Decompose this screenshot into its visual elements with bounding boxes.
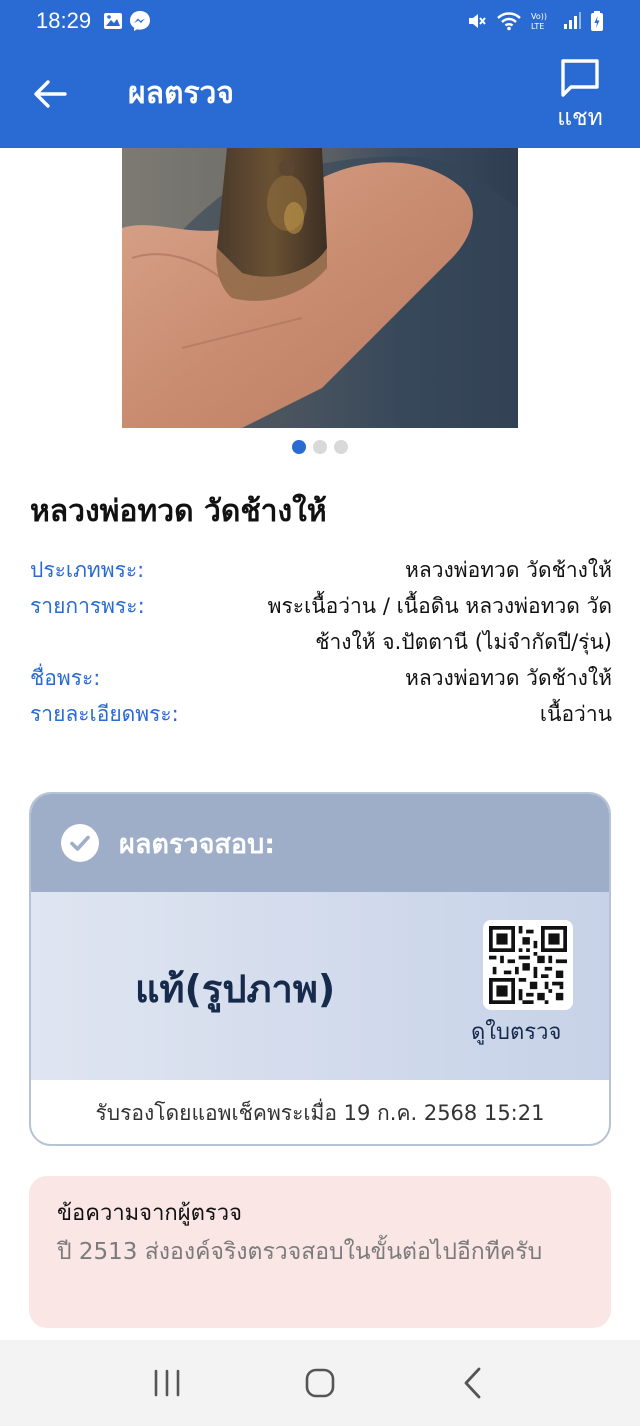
pagination-dot-2[interactable] — [313, 440, 327, 454]
detail-value: หลวงพ่อทวด วัดช้างให้ — [405, 558, 612, 582]
recent-apps-icon — [154, 1369, 179, 1397]
amulet-image — [122, 148, 518, 428]
result-verdict: แท้(รูปภาพ) — [135, 967, 336, 1011]
detail-value: เนื้อว่าน — [539, 702, 612, 726]
detail-value: พระเนื้อว่าน / เนื้อดิน หลวงพ่อทวด วัดช้… — [267, 594, 612, 654]
certified-by-text: รับรองโดยแอพเช็คพระเมื่อ 19 ก.ค. 2568 15… — [95, 1100, 545, 1125]
result-body: แท้(รูปภาพ) ดูใบตรวจ — [31, 892, 609, 1080]
chat-button[interactable]: แชท — [540, 58, 620, 136]
home-icon — [305, 1368, 335, 1398]
wifi-icon — [497, 12, 521, 31]
battery-icon — [591, 11, 603, 31]
system-nav-bar — [0, 1340, 640, 1426]
svg-text:LTE: LTE — [531, 22, 544, 31]
certificate-qr-button[interactable] — [483, 920, 573, 1010]
detail-label: รายการพระ: — [30, 594, 145, 618]
examiner-message-title: ข้อความจากผู้ตรวจ — [57, 1201, 242, 1226]
back-button[interactable] — [26, 72, 74, 116]
view-certificate-link[interactable]: ดูใบตรวจ — [471, 1014, 561, 1049]
amulet-details: ประเภทพระ: หลวงพ่อทวด วัดช้างให้ รายการพ… — [30, 552, 612, 732]
status-bar: 18:29 Vo)) LTE — [0, 0, 640, 42]
gallery-pagination — [0, 440, 640, 454]
examiner-message-body: ปี 2513 ส่งองค์จริงตรวจสอบในขั้นต่อไปอีก… — [57, 1239, 543, 1265]
home-button[interactable] — [290, 1353, 350, 1413]
amulet-photo[interactable] — [122, 148, 518, 428]
detail-row-item: รายการพระ: พระเนื้อว่าน / เนื้อดิน หลวงพ… — [30, 588, 612, 660]
recent-apps-button[interactable] — [137, 1353, 197, 1413]
qr-code-icon — [489, 926, 567, 1004]
examiner-message: ข้อความจากผู้ตรวจ ปี 2513 ส่งองค์จริงตรว… — [29, 1176, 611, 1328]
result-header-label: ผลตรวจสอบ: — [119, 828, 276, 860]
result-card: ผลตรวจสอบ: แท้(รูปภาพ) ดูใบตรวจ รับรองโด… — [29, 792, 611, 1146]
pagination-dot-3[interactable] — [334, 440, 348, 454]
detail-label: ชื่อพระ: — [30, 666, 101, 690]
mute-icon — [469, 14, 486, 28]
volte-icon: Vo)) LTE — [531, 12, 547, 31]
chat-label: แชท — [557, 105, 603, 131]
status-time: 18:29 — [36, 8, 92, 33]
detail-row-type: ประเภทพระ: หลวงพ่อทวด วัดช้างให้ — [30, 552, 612, 588]
chevron-left-icon — [464, 1367, 481, 1399]
messenger-icon — [130, 11, 151, 31]
app-bar: ผลตรวจ แชท — [0, 42, 640, 148]
pagination-dot-1[interactable] — [292, 440, 306, 454]
back-arrow-icon — [34, 80, 67, 108]
chat-bubble-icon — [561, 59, 599, 97]
detail-row-description: รายละเอียดพระ: เนื้อว่าน — [30, 696, 612, 732]
amulet-title: หลวงพ่อทวด วัดช้างให้ — [30, 494, 327, 529]
result-header: ผลตรวจสอบ: — [31, 794, 609, 892]
check-circle-icon — [61, 824, 99, 862]
page-title: ผลตรวจ — [128, 76, 234, 111]
signal-icon — [564, 12, 581, 29]
detail-label: ประเภทพระ: — [30, 558, 145, 582]
svg-text:Vo)): Vo)) — [531, 12, 547, 21]
detail-value: หลวงพ่อทวด วัดช้างให้ — [405, 666, 612, 690]
gallery-icon — [104, 13, 123, 29]
detail-label: รายละเอียดพระ: — [30, 702, 179, 726]
detail-row-name: ชื่อพระ: หลวงพ่อทวด วัดช้างให้ — [30, 660, 612, 696]
system-back-button[interactable] — [443, 1353, 503, 1413]
